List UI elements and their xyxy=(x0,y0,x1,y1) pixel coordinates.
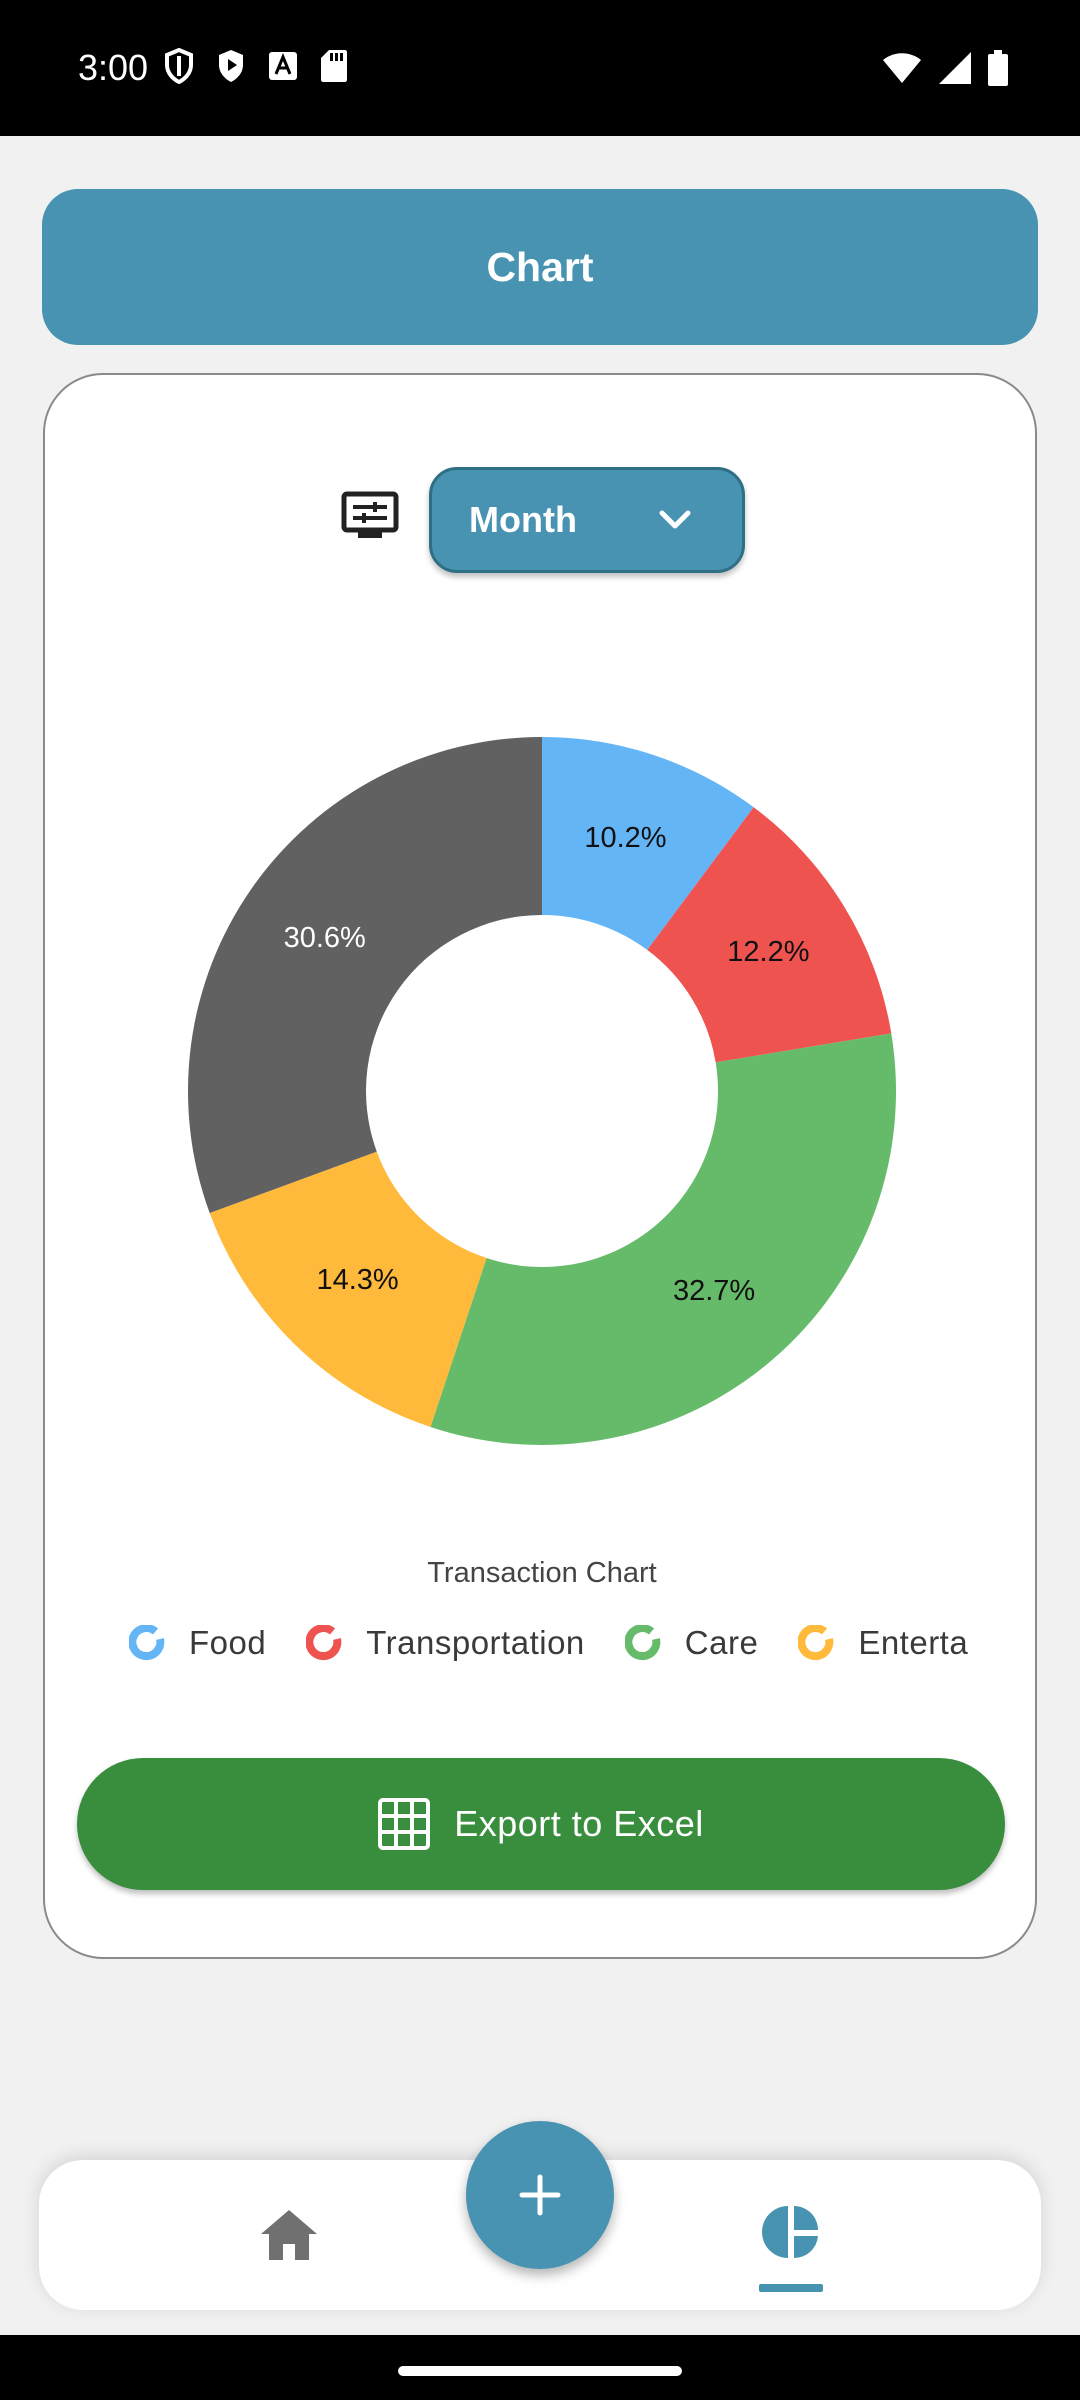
status-bar: 3:00 xyxy=(0,0,1080,136)
battery-icon xyxy=(988,50,1008,86)
status-notification-icons xyxy=(164,48,348,84)
wifi-icon xyxy=(883,53,921,83)
donut-swatch-icon xyxy=(306,1625,342,1661)
legend-item: Food xyxy=(129,1624,266,1662)
add-transaction-button[interactable] xyxy=(466,2121,614,2269)
system-navigation-bar xyxy=(0,2335,1080,2400)
donut-chart: 10.2% 12.2% 32.7% 14.3% 30.6% xyxy=(187,737,896,1445)
status-time: 3:00 xyxy=(78,47,149,88)
shield-icon xyxy=(165,48,193,84)
status-system-icons xyxy=(882,50,1008,86)
pie-chart-icon[interactable] xyxy=(761,2204,821,2260)
filter-list-icon[interactable] xyxy=(341,491,399,541)
header-bar: Chart xyxy=(42,189,1038,345)
legend-item: Transportation xyxy=(306,1624,585,1662)
donut-slice-other xyxy=(187,737,543,1214)
signal-icon xyxy=(939,52,971,84)
legend-label: Food xyxy=(189,1624,267,1661)
legend-label: Enterta xyxy=(858,1624,969,1661)
export-button-label: Export to Excel xyxy=(454,1803,704,1844)
donut-swatch-icon xyxy=(129,1625,165,1661)
chart-legend: Food Transportation Care Enterta xyxy=(129,1615,1009,1671)
slice-label-food: 10.2% xyxy=(584,822,666,854)
period-dropdown[interactable]: Month xyxy=(429,467,745,573)
legend-label: Care xyxy=(684,1624,759,1661)
home-gesture-handle[interactable] xyxy=(398,2366,682,2376)
active-tab-indicator xyxy=(759,2284,823,2292)
sd-card-icon xyxy=(321,50,347,82)
chart-card: Month 10.2% 12.2% 32.7% 14.3% 30.6% Transact… xyxy=(43,373,1037,1959)
home-icon[interactable] xyxy=(259,2208,319,2262)
plus-icon xyxy=(519,2174,561,2216)
slice-label-entertainment: 14.3% xyxy=(316,1264,398,1296)
font-icon xyxy=(269,52,297,80)
grid-table-icon xyxy=(378,1798,431,1850)
slice-label-other: 30.6% xyxy=(284,922,366,954)
chart-title: Transaction Chart xyxy=(427,1557,657,1589)
donut-swatch-icon xyxy=(798,1625,834,1661)
slice-label-care: 32.7% xyxy=(673,1275,755,1307)
legend-item: Care xyxy=(624,1624,759,1662)
legend-item: Enterta xyxy=(798,1624,968,1662)
page-title: Chart xyxy=(486,243,594,290)
legend-label: Transportation xyxy=(366,1624,585,1661)
slice-label-transportation: 12.2% xyxy=(727,936,809,968)
period-dropdown-value: Month xyxy=(469,499,577,540)
play-protect-icon xyxy=(219,50,243,82)
donut-slice-care xyxy=(430,1033,896,1445)
donut-swatch-icon xyxy=(624,1625,661,1661)
chevron-down-icon xyxy=(659,510,691,529)
export-excel-button[interactable]: Export to Excel xyxy=(77,1758,1005,1890)
